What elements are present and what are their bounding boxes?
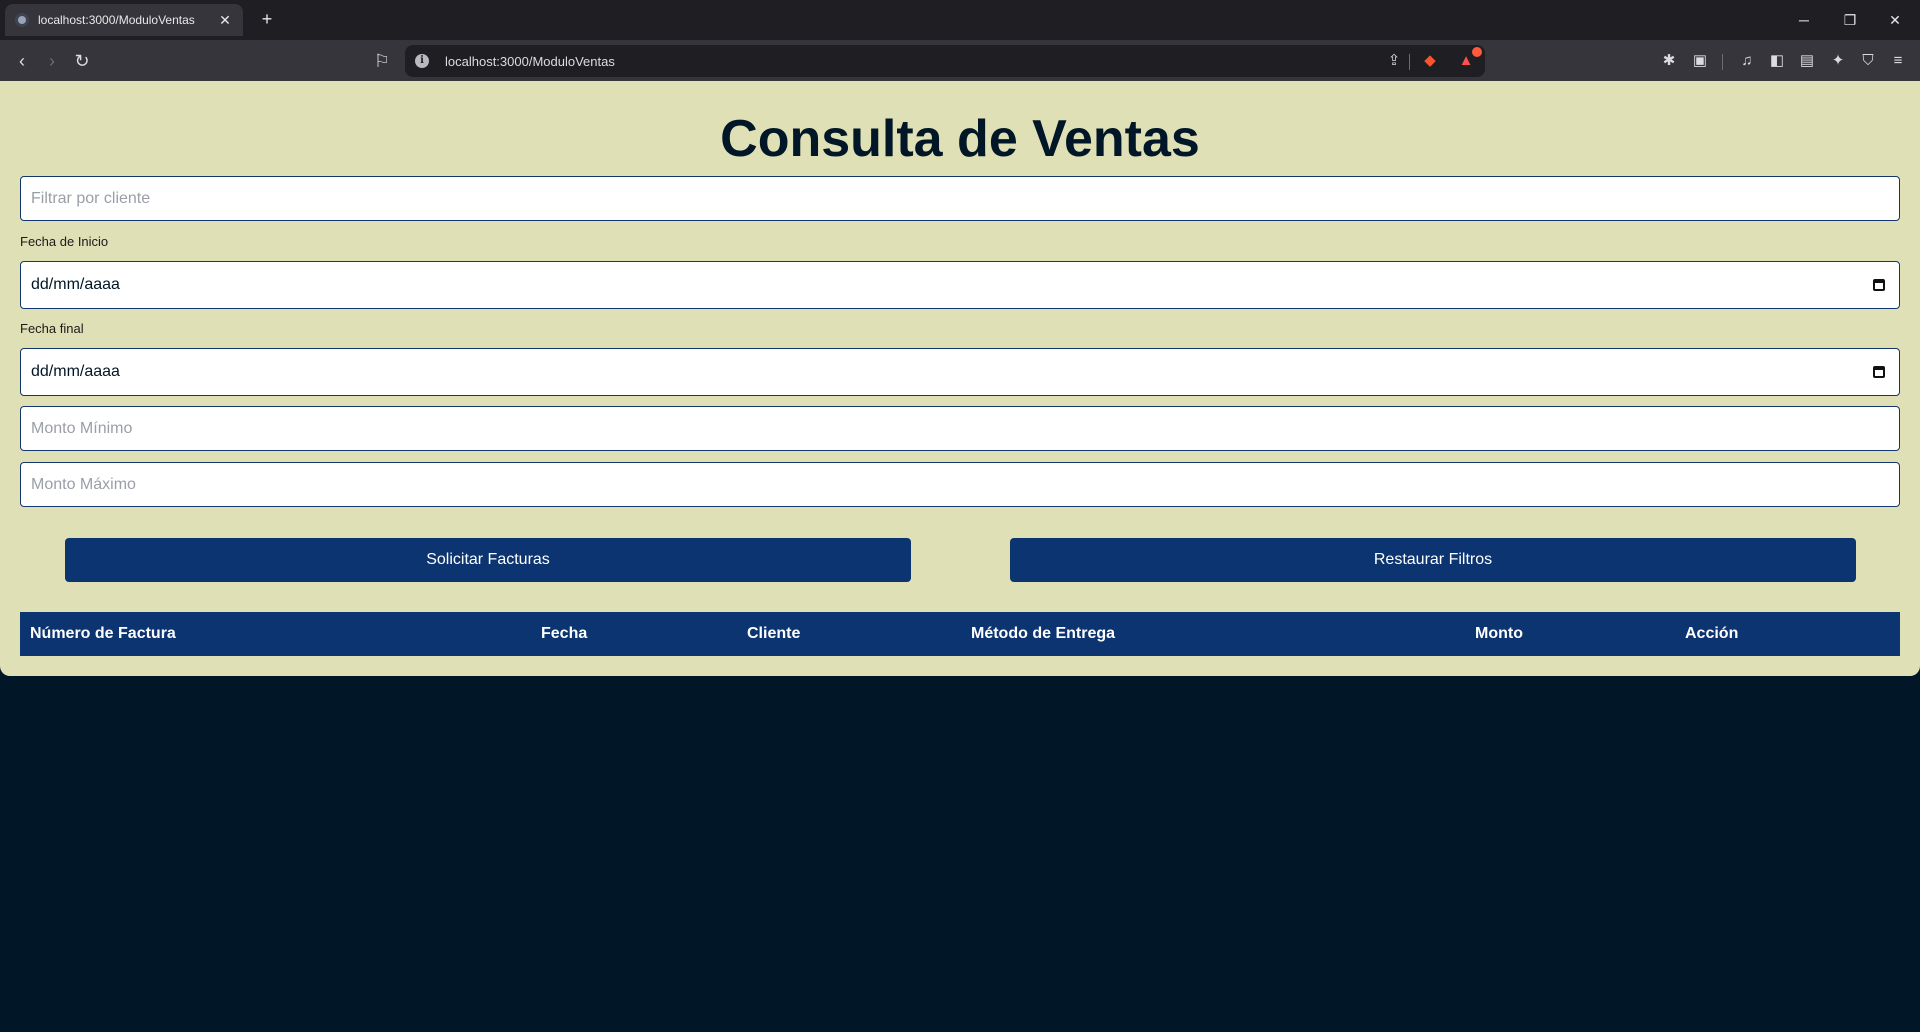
back-icon[interactable]: ‹ [9, 48, 35, 74]
start-date-input[interactable]: dd/mm/aaaa [20, 261, 1900, 309]
share-icon[interactable]: ⇪ [1383, 49, 1405, 73]
media-icon[interactable]: ♫ [1735, 49, 1759, 73]
extensions-icon[interactable]: ✱ [1657, 49, 1681, 73]
forward-icon[interactable]: › [39, 48, 65, 74]
client-filter-input[interactable] [20, 176, 1900, 221]
address-bar[interactable]: i localhost:3000/ModuloVentas [405, 45, 1485, 77]
site-favicon-icon [15, 13, 29, 27]
browser-tab-strip: localhost:3000/ModuloVentas ✕ + ─ ❐ ✕ [0, 0, 1920, 40]
column-header-delivery-method: Método de Entrega [971, 625, 1116, 642]
browser-toolbar: ‹ › ↻ ⚐ i localhost:3000/ModuloVentas ⇪ … [0, 40, 1920, 82]
column-header-action: Acción [1685, 625, 1739, 642]
divider [1722, 54, 1723, 70]
max-amount-input[interactable] [20, 462, 1900, 507]
leo-icon[interactable]: ✦ [1826, 49, 1850, 73]
restore-button[interactable]: ❐ [1833, 6, 1867, 34]
page-title: Consulta de Ventas [720, 110, 1200, 168]
minimize-button[interactable]: ─ [1787, 6, 1821, 34]
vpn-icon[interactable]: ⛉ [1856, 49, 1880, 73]
calendar-icon[interactable] [1873, 366, 1885, 378]
tab-close-icon[interactable]: ✕ [217, 12, 233, 29]
reload-icon[interactable]: ↻ [69, 48, 95, 74]
column-header-client: Cliente [747, 625, 801, 642]
request-invoices-button[interactable]: Solicitar Facturas [65, 538, 911, 582]
tab-title: localhost:3000/ModuloVentas [38, 13, 195, 27]
browser-tab[interactable]: localhost:3000/ModuloVentas ✕ [5, 4, 243, 36]
new-tab-button[interactable]: + [256, 8, 278, 30]
start-date-label: Fecha de Inicio [20, 234, 109, 249]
start-date-value: dd/mm/aaaa [31, 276, 120, 293]
column-header-amount: Monto [1475, 625, 1523, 642]
end-date-label: Fecha final [20, 321, 84, 336]
reset-filters-button[interactable]: Restaurar Filtros [1010, 538, 1856, 582]
table-header: Número de Factura Fecha Cliente Método d… [20, 612, 1900, 656]
min-amount-input[interactable] [20, 406, 1900, 451]
end-date-value: dd/mm/aaaa [31, 363, 120, 380]
brave-shields-icon[interactable]: ◆ [1419, 49, 1441, 73]
tab-search-icon[interactable]: ▣ [1688, 49, 1712, 73]
site-info-icon[interactable]: i [415, 54, 429, 68]
close-window-button[interactable]: ✕ [1878, 6, 1912, 34]
column-header-date: Fecha [541, 625, 588, 642]
wallet-icon[interactable]: ▤ [1795, 49, 1819, 73]
bookmark-icon[interactable]: ⚐ [369, 48, 395, 74]
calendar-icon[interactable] [1873, 279, 1885, 291]
sidebar-icon[interactable]: ◧ [1765, 49, 1789, 73]
divider [1409, 54, 1410, 70]
sales-query-panel: Consulta de Ventas Fecha de Inicio dd/mm… [0, 81, 1920, 676]
notification-badge [1472, 47, 1482, 57]
url-text[interactable]: localhost:3000/ModuloVentas [445, 54, 1485, 69]
end-date-input[interactable]: dd/mm/aaaa [20, 348, 1900, 396]
menu-icon[interactable]: ≡ [1886, 49, 1910, 73]
column-header-invoice-number: Número de Factura [30, 625, 176, 642]
